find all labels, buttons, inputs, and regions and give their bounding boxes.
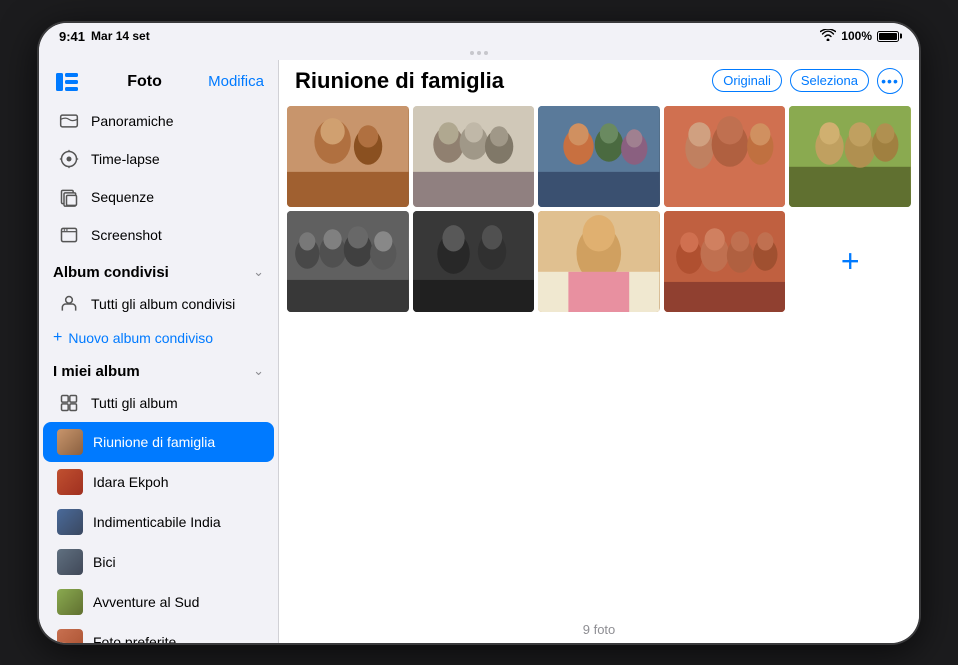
sidebar-item-tutti-album[interactable]: Tutti gli album [43,384,274,422]
photo-count: 9 foto [583,622,616,637]
all-albums-icon [57,391,81,415]
sidebar-view-toggle[interactable] [53,68,81,96]
photo-2[interactable] [413,106,535,207]
preferite-label: Foto preferite [93,634,260,643]
more-button[interactable]: ••• [877,68,903,94]
new-shared-album-label: Nuovo album condiviso [68,330,213,346]
originali-button[interactable]: Originali [712,69,782,92]
sidebar: Foto Modifica Panoramiche [39,60,279,643]
shared-albums-title: Album condivisi [53,264,169,281]
photo-4[interactable] [664,106,786,207]
sidebar-item-tutti-condivisi[interactable]: Tutti gli album condivisi [43,285,274,323]
sidebar-edit-button[interactable]: Modifica [208,73,264,90]
avventure-thumb [57,589,83,615]
sidebar-item-india[interactable]: Indimenticabile India [43,502,274,542]
more-dots-icon: ••• [881,74,899,88]
my-albums-title: I miei album [53,363,140,380]
sidebar-item-panoramiche[interactable]: Panoramiche [43,102,274,140]
photo-row-1 [287,106,911,207]
sidebar-item-preferite[interactable]: Foto preferite [43,622,274,643]
main-title: Riunione di famiglia [295,68,504,94]
idara-thumb [57,469,83,495]
photo-row-2: + [287,211,911,312]
shared-albums-header[interactable]: Album condivisi ⌄ [39,254,278,285]
photo-3[interactable] [538,106,660,207]
battery-icon [877,31,899,42]
screenshot-icon [57,223,81,247]
main-header: Riunione di famiglia Originali Seleziona… [279,60,919,102]
status-bar: 9:41 Mar 14 set 100% [39,23,919,46]
bici-label: Bici [93,554,260,570]
photo-6[interactable] [287,211,409,312]
burst-icon [57,185,81,209]
screenshot-label: Screenshot [91,227,260,243]
my-albums-header[interactable]: I miei album ⌄ [39,353,278,384]
new-shared-plus-icon: + [53,329,62,347]
india-thumb [57,509,83,535]
sidebar-item-idara[interactable]: Idara Ekpoh [43,462,274,502]
riunione-thumb [57,429,83,455]
shared-albums-chevron: ⌄ [253,264,264,280]
wifi-icon [820,29,836,44]
photo-5[interactable] [789,106,911,207]
sidebar-item-riunione[interactable]: Riunione di famiglia [43,422,274,462]
tutti-album-label: Tutti gli album [91,395,260,411]
shared-albums-icon [57,292,81,316]
sidebar-item-avventure[interactable]: Avventure al Sud [43,582,274,622]
idara-label: Idara Ekpoh [93,474,260,490]
photo-8[interactable] [538,211,660,312]
bici-thumb [57,549,83,575]
sidebar-item-timelapse[interactable]: Time-lapse [43,140,274,178]
add-photo-button[interactable]: + [789,211,911,312]
battery-100-text: 100% [841,29,872,43]
sidebar-item-screenshot[interactable]: Screenshot [43,216,274,254]
preferite-thumb [57,629,83,643]
photo-9[interactable] [664,211,786,312]
main-footer: 9 foto [279,616,919,643]
seleziona-button[interactable]: Seleziona [790,69,869,92]
india-label: Indimenticabile India [93,514,260,530]
main-content: Riunione di famiglia Originali Seleziona… [279,60,919,643]
sidebar-item-sequenze[interactable]: Sequenze [43,178,274,216]
sequenze-label: Sequenze [91,189,260,205]
panoramiche-label: Panoramiche [91,113,260,129]
status-time: 9:41 [59,29,85,44]
sidebar-title: Foto [127,73,162,91]
sidebar-item-bici[interactable]: Bici [43,542,274,582]
drag-handle [39,46,919,60]
plus-icon: + [841,243,860,280]
sidebar-header: Foto Modifica [39,60,278,102]
my-albums-chevron: ⌄ [253,363,264,379]
avventure-label: Avventure al Sud [93,594,260,610]
new-shared-album-button[interactable]: + Nuovo album condiviso [39,323,278,353]
photo-1[interactable] [287,106,409,207]
header-actions: Originali Seleziona ••• [712,68,903,94]
panorama-icon [57,109,81,133]
photo-grid: + [279,102,919,616]
riunione-label: Riunione di famiglia [93,434,260,450]
timelapse-label: Time-lapse [91,151,260,167]
timelapse-icon [57,147,81,171]
tutti-condivisi-label: Tutti gli album condivisi [91,296,260,312]
photo-7[interactable] [413,211,535,312]
status-date: Mar 14 set [91,29,150,43]
